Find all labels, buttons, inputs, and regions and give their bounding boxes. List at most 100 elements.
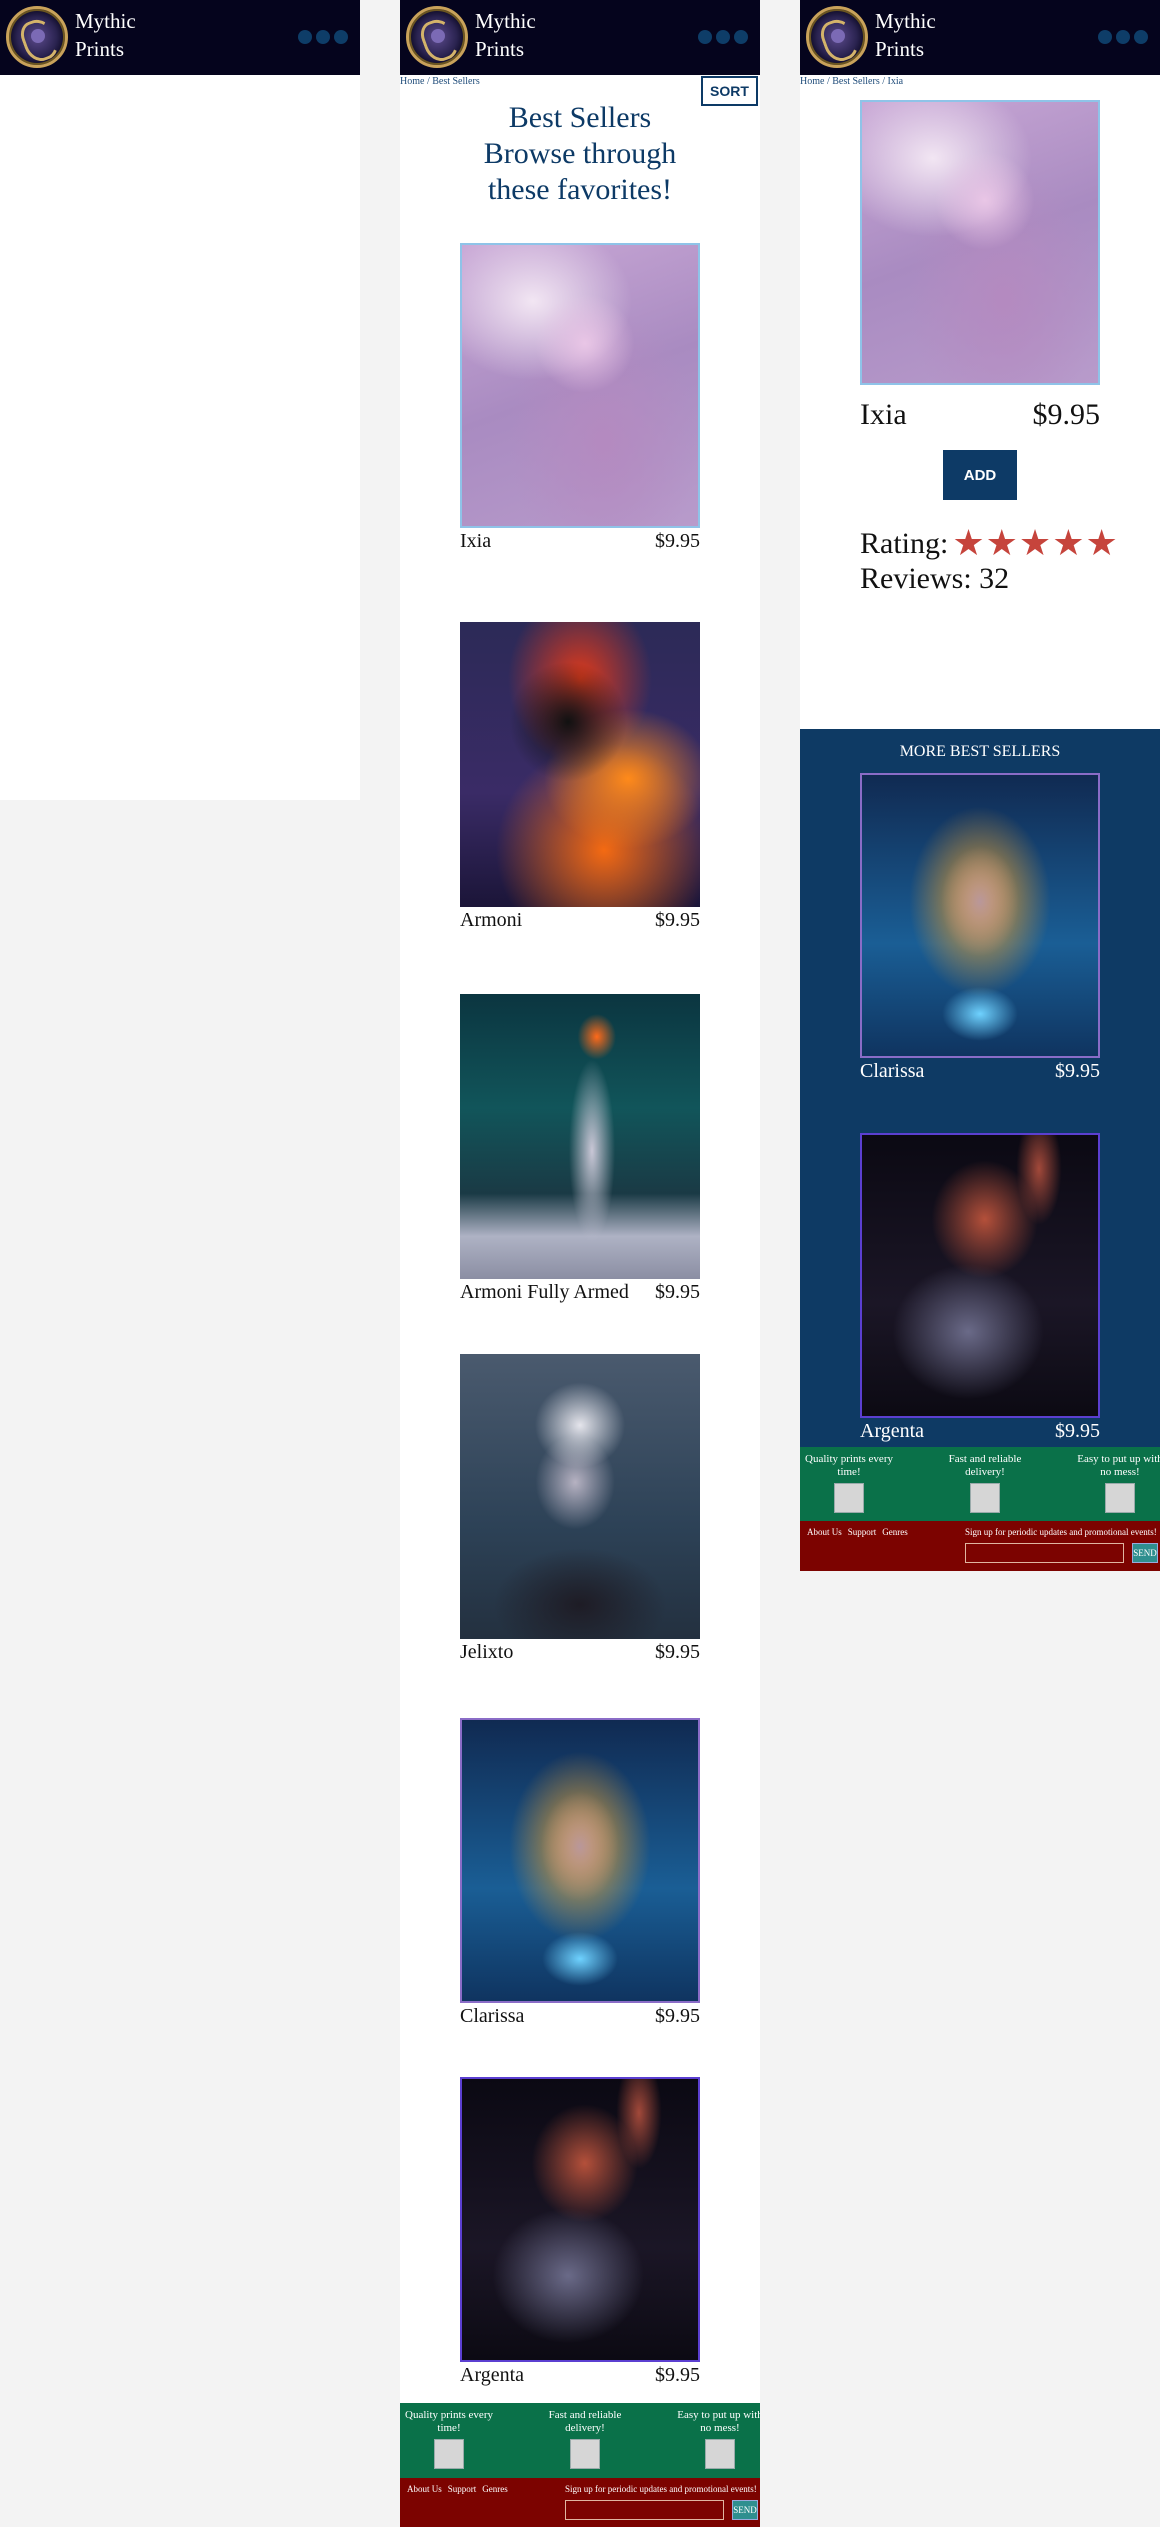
- header: Mythic Prints: [0, 0, 360, 75]
- feature-icon: [570, 2439, 600, 2469]
- brand-line-2: Prints: [75, 37, 125, 61]
- breadcrumb[interactable]: Home / Best Sellers: [400, 76, 480, 87]
- star-icon: ★: [1085, 523, 1118, 564]
- product-price: $9.95: [655, 1281, 700, 1303]
- product-name[interactable]: Ixia: [460, 529, 491, 553]
- product-price: $9.95: [1055, 1420, 1100, 1442]
- footer-link-about[interactable]: About Us: [807, 1527, 842, 1537]
- screen-product-detail: Mythic Prints Home / Best Sellers / Ixia…: [800, 0, 1160, 1571]
- product-name[interactable]: Clarissa: [860, 1059, 924, 1083]
- product-card[interactable]: Clarissa $9.95: [460, 1718, 700, 2028]
- product-name[interactable]: Armoni: [460, 908, 522, 932]
- product-card[interactable]: Argenta $9.95: [460, 2077, 700, 2387]
- product-name[interactable]: Jelixto: [460, 1640, 513, 1664]
- footer-link-about[interactable]: About Us: [407, 2484, 442, 2494]
- product-card[interactable]: Armoni Fully Armed $9.95: [460, 994, 700, 1304]
- feature-item: Easy to put up with no mess!: [675, 2409, 760, 2469]
- email-field[interactable]: [965, 1543, 1124, 1563]
- product-image[interactable]: [460, 1354, 700, 1639]
- logo[interactable]: [6, 6, 68, 68]
- feature-item: Quality prints every time!: [404, 2409, 494, 2469]
- feature-item: Quality prints every time!: [804, 1453, 894, 1513]
- product-price: $9.95: [655, 909, 700, 931]
- product-name[interactable]: Argenta: [860, 1419, 924, 1443]
- header: Mythic Prints: [800, 0, 1160, 75]
- feature-item: Easy to put up with no mess!: [1075, 1453, 1160, 1513]
- add-to-cart-button[interactable]: ADD: [943, 450, 1017, 500]
- brand-line-1: Mythic: [875, 9, 936, 33]
- logo[interactable]: [806, 6, 868, 68]
- product-price: $9.95: [655, 530, 700, 552]
- feature-icon: [834, 1483, 864, 1513]
- email-field[interactable]: [565, 2500, 724, 2520]
- product-price: $9.95: [1032, 398, 1101, 431]
- product-card[interactable]: Clarissa $9.95: [860, 773, 1100, 1083]
- footer-links: About Us Support Genres: [807, 1527, 908, 1537]
- product-price: $9.95: [655, 2364, 700, 2386]
- page-title: Best Sellers Browse through these favori…: [400, 100, 760, 208]
- footer-link-genres[interactable]: Genres: [882, 1527, 908, 1537]
- feature-icon: [705, 2439, 735, 2469]
- feature-item: Fast and reliable delivery!: [940, 1453, 1030, 1513]
- product-image[interactable]: [460, 622, 700, 907]
- menu-dots-icon[interactable]: [298, 30, 348, 44]
- rating: Rating: ★ ★ ★ ★ ★: [860, 523, 1118, 564]
- star-icon: ★: [985, 523, 1018, 564]
- title-line-3: these favorites!: [487, 173, 673, 206]
- product-price: $9.95: [1055, 1060, 1100, 1082]
- product-card[interactable]: Jelixto $9.95: [460, 1354, 700, 1664]
- footer-link-support[interactable]: Support: [848, 1527, 877, 1537]
- product-price: $9.95: [655, 2005, 700, 2027]
- rating-stars: ★ ★ ★ ★ ★: [952, 523, 1118, 564]
- product-detail: Mythic Prints Home / Best Sellers / Ixia…: [800, 0, 1160, 729]
- product-image[interactable]: [860, 773, 1100, 1058]
- screen-home: Mythic Prints: [0, 0, 360, 800]
- brand-name[interactable]: Mythic Prints: [75, 7, 175, 63]
- rating-label: Rating:: [860, 527, 949, 560]
- product-image[interactable]: [460, 1718, 700, 2003]
- product-card[interactable]: Argenta $9.95: [860, 1133, 1100, 1443]
- footer: About Us Support Genres Sign up for peri…: [800, 1521, 1160, 1571]
- product-name[interactable]: Argenta: [460, 2363, 524, 2387]
- product-card[interactable]: Armoni $9.95: [460, 622, 700, 932]
- header: Mythic Prints: [400, 0, 760, 75]
- logo[interactable]: [406, 6, 468, 68]
- product-name: Ixia: [860, 398, 907, 431]
- product-image[interactable]: [860, 1133, 1100, 1418]
- product-image[interactable]: [460, 243, 700, 528]
- star-icon: ★: [1018, 523, 1052, 564]
- send-button[interactable]: SEND: [732, 2500, 758, 2520]
- features-bar: Quality prints every time! Fast and reli…: [400, 2403, 760, 2478]
- product-image[interactable]: [460, 994, 700, 1279]
- newsletter-text: Sign up for periodic updates and promoti…: [965, 1527, 1157, 1537]
- newsletter-text: Sign up for periodic updates and promoti…: [565, 2484, 757, 2494]
- product-image[interactable]: [860, 100, 1100, 385]
- product-image[interactable]: [460, 2077, 700, 2362]
- send-button[interactable]: SEND: [1132, 1543, 1158, 1563]
- product-info: Ixia $9.95: [860, 398, 1100, 432]
- footer-link-support[interactable]: Support: [448, 2484, 477, 2494]
- brand-name[interactable]: Mythic Prints: [875, 7, 975, 63]
- product-name[interactable]: Clarissa: [460, 2004, 524, 2028]
- features-bar: Quality prints every time! Fast and reli…: [800, 1447, 1160, 1522]
- product-name[interactable]: Armoni Fully Armed: [460, 1280, 629, 1304]
- reviews-count[interactable]: Reviews: 32: [860, 562, 1009, 596]
- brand-line-1: Mythic: [75, 9, 136, 33]
- brand-line-2: Prints: [475, 37, 525, 61]
- brand-line-2: Prints: [875, 37, 925, 61]
- breadcrumb[interactable]: Home / Best Sellers / Ixia: [800, 76, 903, 87]
- brand-name[interactable]: Mythic Prints: [475, 7, 575, 63]
- menu-dots-icon[interactable]: [1098, 30, 1148, 44]
- product-card[interactable]: Ixia $9.95: [460, 243, 700, 553]
- star-icon: ★: [952, 523, 985, 564]
- menu-dots-icon[interactable]: [698, 30, 748, 44]
- star-icon: ★: [1052, 523, 1085, 564]
- feature-icon: [1105, 1483, 1135, 1513]
- product-price: $9.95: [655, 1641, 700, 1663]
- footer-link-genres[interactable]: Genres: [482, 2484, 508, 2494]
- feature-item: Fast and reliable delivery!: [540, 2409, 630, 2469]
- footer: About Us Support Genres Sign up for peri…: [400, 2478, 760, 2527]
- section-title: MORE BEST SELLERS: [899, 743, 1061, 760]
- title-line-2: Browse through: [483, 137, 677, 170]
- screen-best-sellers: Mythic Prints Home / Best Sellers SORT B…: [400, 0, 760, 2527]
